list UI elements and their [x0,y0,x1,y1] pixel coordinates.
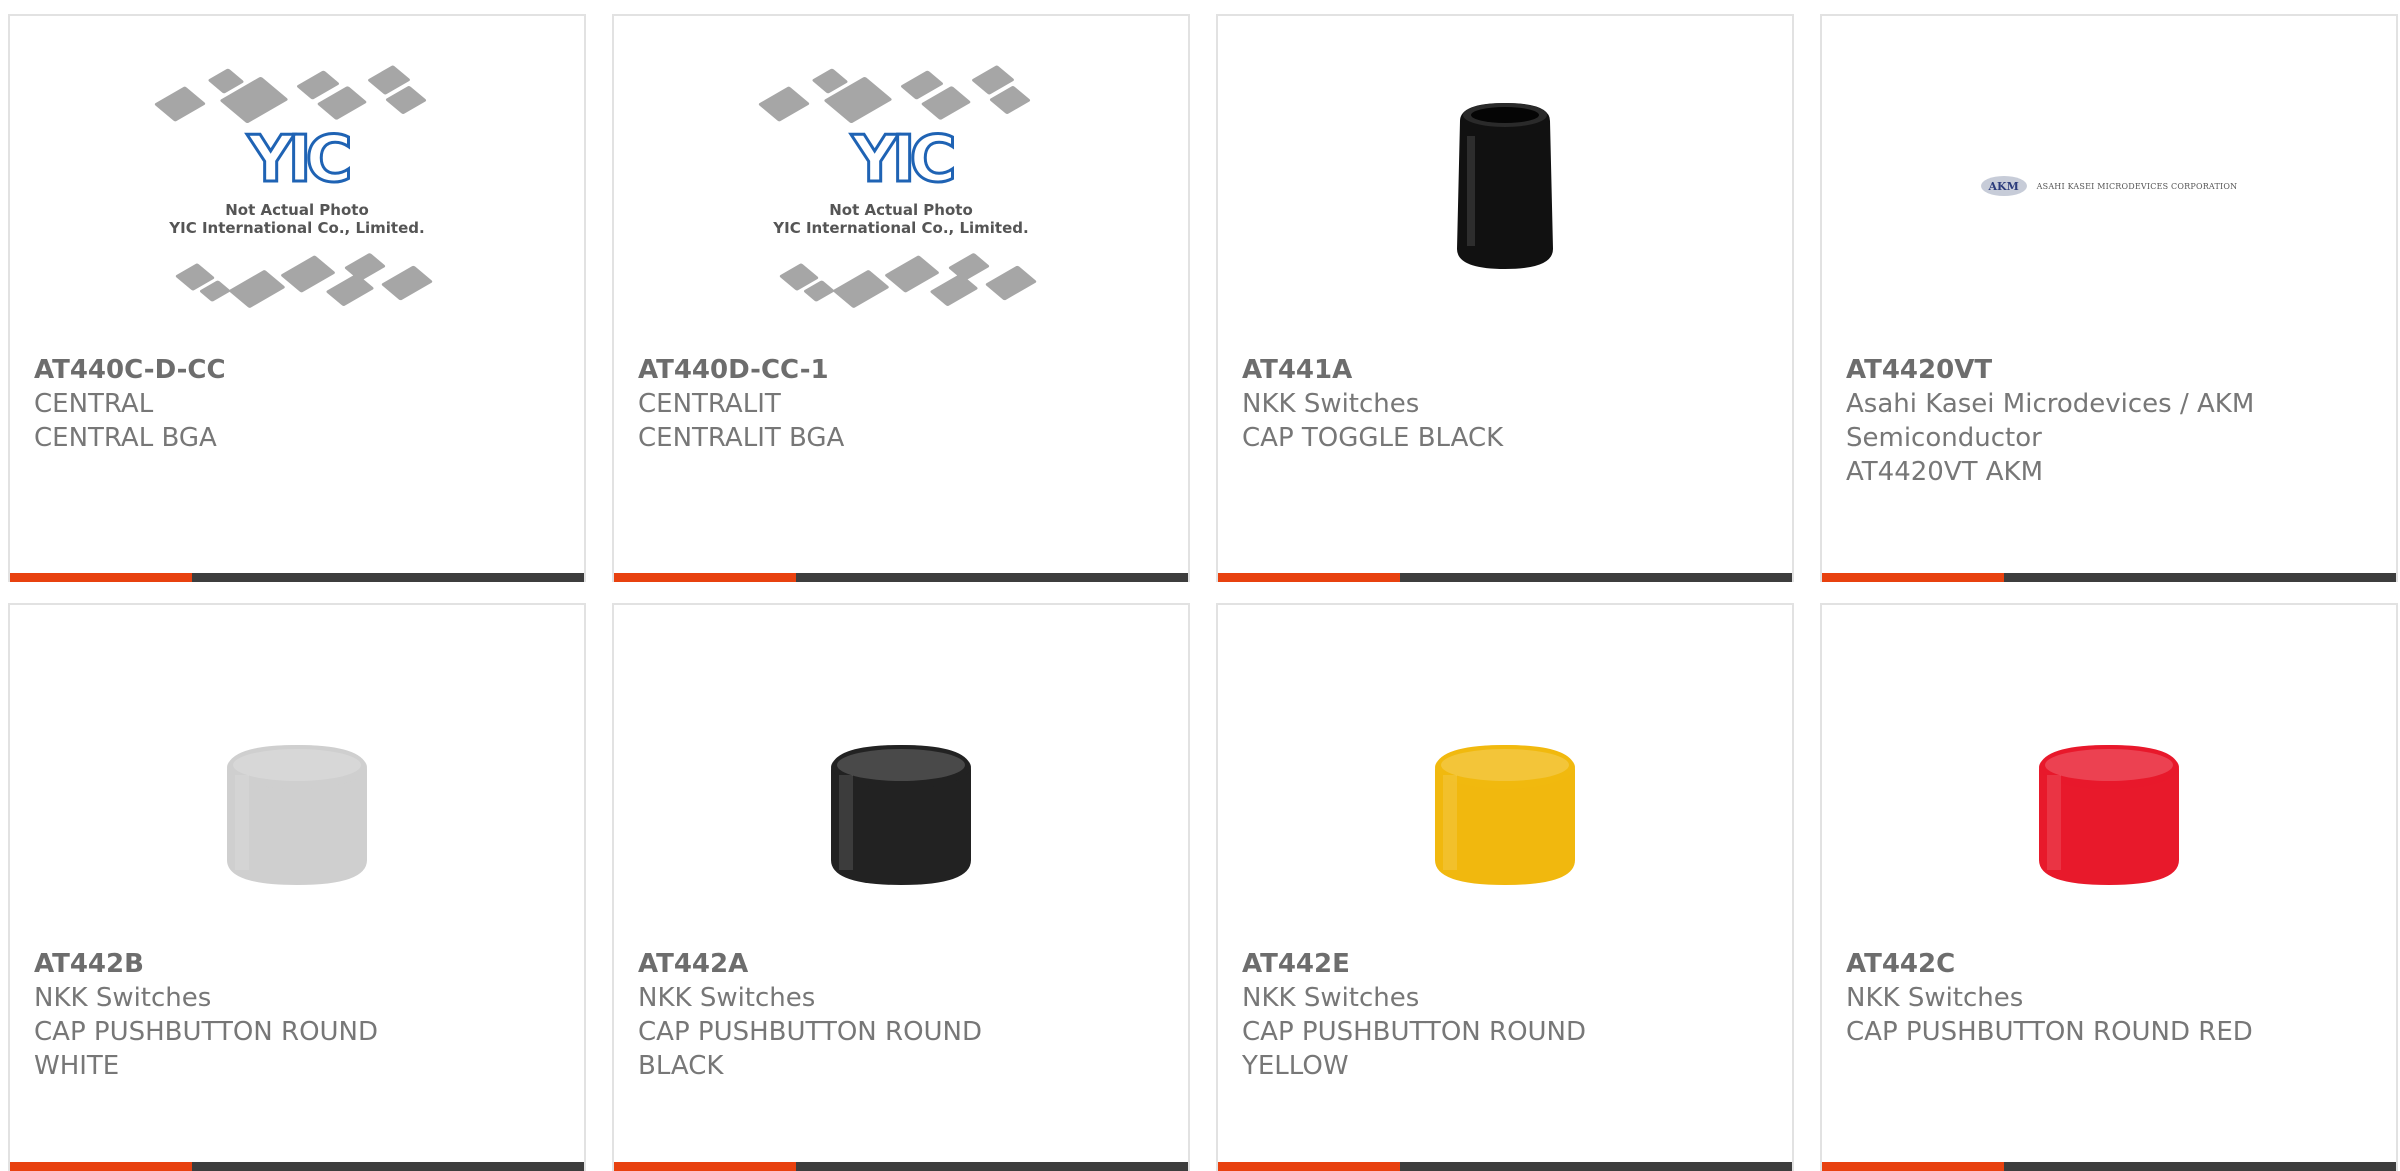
chip-icon [325,273,375,307]
card-accent-bar [10,573,192,582]
toggle-cap-icon [1457,103,1553,269]
product-detail-line: CENTRALIT BGA [638,423,845,453]
product-info: AT442A NKK Switches CAP PUSHBUTTON ROUND BL… [638,947,1164,1083]
not-actual-photo-placeholder: YIC Not Actual Photo YIC International Co.… [756,61,1046,311]
product-grid: YIC Not Actual Photo YIC International Co.… [0,0,2400,1171]
product-image[interactable]: YIC Not Actual Photo YIC International Co.… [614,16,1188,356]
product-detail-line: CAP TOGGLE BLACK [1242,423,1504,453]
placeholder-line-2: YIC International Co., Limited. [773,219,1029,237]
part-number[interactable]: AT441A [1242,353,1768,387]
chip-icon [153,86,207,122]
part-number[interactable]: AT4420VT [1846,353,2372,387]
chip-icon [228,269,286,309]
product-detail-line: Asahi Kasei Microdevices / AKM [1846,389,2255,419]
product-detail-line: NKK Switches [1846,983,2024,1013]
product-detail-line: CAP PUSHBUTTON ROUND [1242,1017,1587,1047]
akm-badge: AKM [1980,176,2027,196]
chip-icon [832,269,890,309]
pushbutton-cap-icon [202,715,392,915]
product-image[interactable] [1218,645,1792,985]
product-info: AT4420VT Asahi Kasei Microdevices / AKM Se… [1846,353,2372,489]
product-detail-line: WHITE [34,1051,120,1081]
part-number[interactable]: AT440D-CC-1 [638,353,1164,387]
product-detail-line: NKK Switches [638,983,816,1013]
product-detail-line: CENTRAL [34,389,154,419]
card-bottom-bar [10,573,584,582]
chip-icon [929,273,979,307]
card-accent-bar [614,573,796,582]
placeholder-line-2: YIC International Co., Limited. [169,219,425,237]
akm-company-name: ASAHI KASEI MICRODEVICES CORPORATION [2036,181,2238,191]
product-card[interactable]: AT441A NKK Switches CAP TOGGLE BLACK [1216,14,1794,582]
pushbutton-cap-icon [806,715,996,915]
product-info: AT442E NKK Switches CAP PUSHBUTTON ROUND YE… [1242,947,1768,1083]
card-bottom-bar [1822,573,2396,582]
product-info: AT442B NKK Switches CAP PUSHBUTTON ROUND WH… [34,947,560,1083]
part-number[interactable]: AT442C [1846,947,2372,981]
product-image[interactable] [1218,16,1792,356]
product-info: AT442C NKK Switches CAP PUSHBUTTON ROUND R… [1846,947,2372,1049]
pushbutton-cap-icon [1410,715,1600,915]
part-number[interactable]: AT440C-D-CC [34,353,560,387]
akm-logo: AKM ASAHI KASEI MICRODEVICES CORPORATION [1980,176,2238,196]
chip-icon [380,265,434,301]
product-card[interactable]: AT442A NKK Switches CAP PUSHBUTTON ROUND BL… [612,603,1190,1171]
card-bottom-bar [614,573,1188,582]
placeholder-line-1: Not Actual Photo [829,201,973,219]
chip-icon [280,255,336,293]
product-image[interactable] [614,645,1188,985]
part-number[interactable]: AT442B [34,947,560,981]
card-bottom-bar [1218,573,1792,582]
not-actual-photo-placeholder: YIC Not Actual Photo YIC International Co.… [152,61,442,311]
product-info: AT440D-CC-1 CENTRALIT CENTRALIT BGA [638,353,1164,455]
part-number[interactable]: AT442A [638,947,1164,981]
product-image[interactable] [10,645,584,985]
product-card[interactable]: AKM ASAHI KASEI MICRODEVICES CORPORATION… [1820,14,2398,582]
product-detail-line: NKK Switches [1242,983,1420,1013]
product-detail-line: AT4420VT AKM [1846,457,2044,487]
part-number[interactable]: AT442E [1242,947,1768,981]
chip-icon [884,255,940,293]
product-card[interactable]: YIC Not Actual Photo YIC International Co.… [8,14,586,582]
product-card[interactable]: AT442E NKK Switches CAP PUSHBUTTON ROUND YE… [1216,603,1794,1171]
yic-logo: YIC [850,122,958,199]
product-card[interactable]: AT442B NKK Switches CAP PUSHBUTTON ROUND WH… [8,603,586,1171]
product-card[interactable]: YIC Not Actual Photo YIC International Co.… [612,14,1190,582]
product-detail-line: Semiconductor [1846,423,2042,453]
product-detail-line: YELLOW [1242,1051,1349,1081]
product-detail-line: CENTRALIT [638,389,781,419]
chip-icon [984,265,1038,301]
product-detail-line: BLACK [638,1051,724,1081]
placeholder-line-1: Not Actual Photo [225,201,369,219]
product-card[interactable]: AT442C NKK Switches CAP PUSHBUTTON ROUND R… [1820,603,2398,1171]
product-detail-line: NKK Switches [1242,389,1420,419]
yic-logo: YIC [246,122,354,199]
card-accent-bar [1218,573,1400,582]
product-image[interactable]: YIC Not Actual Photo YIC International Co.… [10,16,584,356]
chip-icon [757,86,811,122]
product-detail-line: CENTRAL BGA [34,423,217,453]
card-accent-bar [1822,573,2004,582]
product-info: AT440C-D-CC CENTRAL CENTRAL BGA [34,353,560,455]
product-info: AT441A NKK Switches CAP TOGGLE BLACK [1242,353,1768,455]
product-detail-line: CAP PUSHBUTTON ROUND RED [1846,1017,2253,1047]
product-image[interactable]: AKM ASAHI KASEI MICRODEVICES CORPORATION [1822,16,2396,356]
pushbutton-cap-icon [2014,715,2204,915]
product-image[interactable] [1822,645,2396,985]
product-detail-line: CAP PUSHBUTTON ROUND [638,1017,983,1047]
product-detail-line: NKK Switches [34,983,212,1013]
product-detail-line: CAP PUSHBUTTON ROUND [34,1017,379,1047]
